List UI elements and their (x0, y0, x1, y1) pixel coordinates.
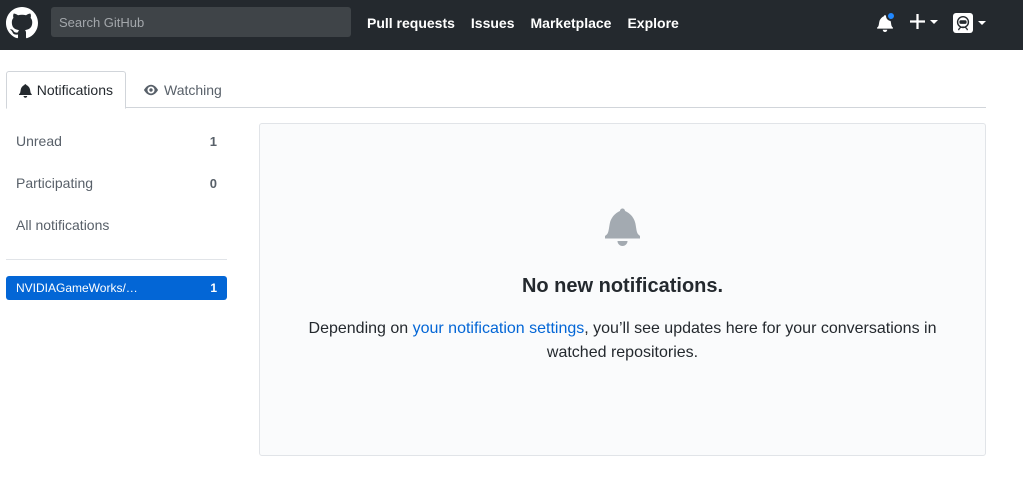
sidebar-item-participating[interactable]: Participating 0 (6, 166, 227, 200)
sidebar-item-count: 0 (209, 175, 217, 191)
github-logo-icon[interactable] (6, 7, 38, 39)
sidebar-item-unread[interactable]: Unread 1 (6, 124, 227, 158)
eye-icon (144, 84, 158, 95)
create-new-dropdown[interactable] (910, 14, 938, 29)
avatar-icon (956, 15, 970, 31)
sidebar-repo-item[interactable]: NVIDIAGameWorks/… 1 (6, 276, 227, 300)
bell-icon (19, 83, 32, 98)
nav-marketplace[interactable]: Marketplace (523, 15, 620, 31)
nav-pull-requests[interactable]: Pull requests (359, 15, 463, 31)
tab-watching[interactable]: Watching (131, 71, 234, 108)
sidebar-item-label: Participating (16, 175, 94, 191)
chevron-down-icon (978, 21, 986, 25)
description-text-after: , you’ll see updates here for your conve… (546, 320, 937, 361)
nav-issues[interactable]: Issues (463, 15, 523, 31)
bell-icon (605, 208, 641, 246)
repo-count: 1 (210, 281, 217, 295)
avatar (953, 13, 973, 33)
repo-name: NVIDIAGameWorks/… (16, 281, 138, 295)
header-nav: Pull requests Issues Marketplace Explore (359, 0, 687, 46)
sidebar-item-all-notifications[interactable]: All notifications (6, 208, 227, 242)
tab-watching-label: Watching (164, 81, 222, 98)
sidebar-item-label: All notifications (16, 217, 110, 233)
sidebar-item-label: Unread (16, 133, 62, 149)
description-text-before: Depending on (308, 320, 413, 337)
sidebar-item-count: 1 (209, 133, 217, 149)
user-menu-dropdown[interactable] (953, 13, 986, 33)
unread-indicator (886, 11, 896, 21)
chevron-down-icon (930, 19, 938, 24)
top-header: Pull requests Issues Marketplace Explore (0, 0, 1023, 50)
empty-state-title: No new notifications. (521, 275, 724, 297)
plus-icon (910, 14, 925, 29)
notification-settings-link[interactable]: your notification settings (413, 320, 585, 337)
empty-state-description: Depending on your notification settings,… (290, 317, 955, 365)
search-input[interactable] (51, 7, 351, 37)
sidebar-divider (6, 259, 227, 260)
nav-explore[interactable]: Explore (619, 15, 686, 31)
tab-notifications-label: Notifications (36, 82, 113, 98)
notifications-tabs: Notifications Watching (6, 71, 986, 109)
tab-notifications[interactable]: Notifications (6, 71, 126, 109)
empty-state-panel: No new notifications. Depending on your … (259, 123, 986, 456)
